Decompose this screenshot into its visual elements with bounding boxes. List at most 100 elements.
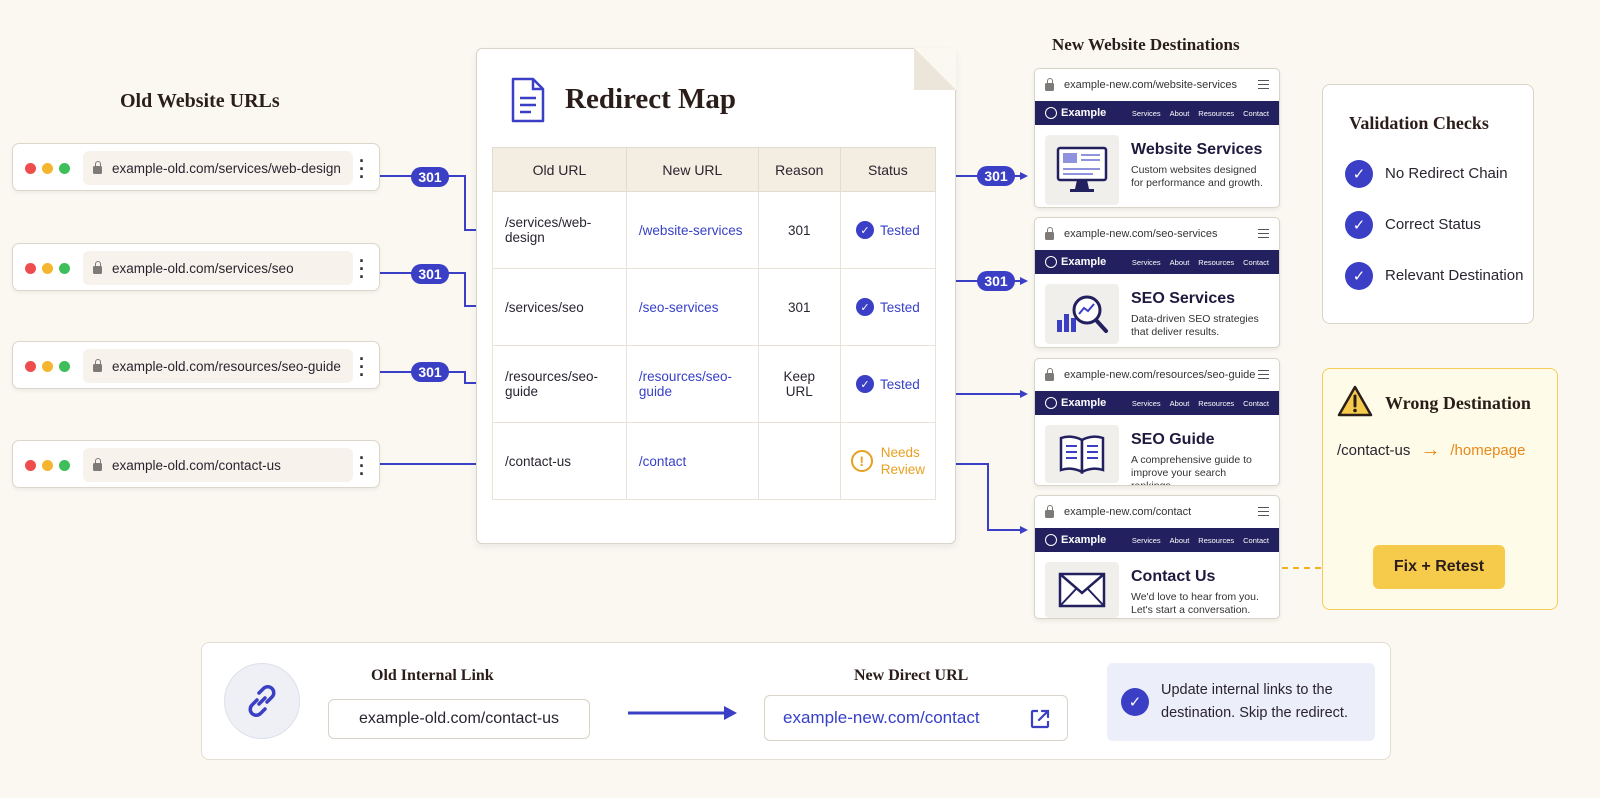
logo-mark-icon <box>1045 534 1057 546</box>
destination-card[interactable]: example-new.com/resources/seo-guide Exam… <box>1034 358 1280 486</box>
redirect-table: Old URL New URL Reason Status /services/… <box>492 147 937 500</box>
validation-item: ✓ No Redirect Chain <box>1345 148 1533 199</box>
menu-icon[interactable] <box>1258 507 1269 516</box>
new-url-cell[interactable]: /website-services <box>625 191 759 269</box>
status-cell: ✓ Tested <box>839 345 937 423</box>
status-needs-review: ! Needs Review <box>850 444 925 478</box>
site-logo: Example <box>1045 397 1106 409</box>
card-address-bar[interactable]: example-new.com/contact <box>1035 496 1279 528</box>
menu-icon[interactable] <box>1258 80 1269 89</box>
reason-cell: 301 <box>757 191 841 269</box>
nav-link[interactable]: Services <box>1132 258 1161 267</box>
more-menu-icon[interactable]: · · · <box>359 252 365 286</box>
check-icon: ✓ <box>855 298 874 316</box>
reason-cell <box>757 422 841 500</box>
card-title: SEO Guide <box>1131 431 1215 448</box>
lock-icon <box>93 458 102 471</box>
lock-icon <box>93 161 102 174</box>
table-row: /services/web-design /website-services 3… <box>492 191 937 269</box>
nav-link[interactable]: About <box>1170 109 1190 118</box>
destination-card[interactable]: example-new.com/website-services Example… <box>1034 68 1280 208</box>
card-description: Data-driven SEO strategies that deliver … <box>1131 313 1259 338</box>
redirect-badge: 301 <box>411 362 449 382</box>
nav-link[interactable]: Contact <box>1243 258 1269 267</box>
menu-icon[interactable] <box>1258 229 1269 238</box>
more-menu-icon[interactable]: · · · <box>359 152 365 186</box>
card-address-bar[interactable]: example-new.com/seo-services <box>1035 218 1279 250</box>
nav-link[interactable]: Resources <box>1198 399 1234 408</box>
card-address-bar[interactable]: example-new.com/website-services <box>1035 69 1279 101</box>
destination-card[interactable]: example-new.com/seo-services Example Serv… <box>1034 217 1280 348</box>
logo-mark-icon <box>1045 397 1057 409</box>
check-icon: ✓ <box>855 221 874 239</box>
arrow-right-icon: → <box>1420 439 1441 461</box>
old-url-bar[interactable]: example-old.com/resources/seo-guide · · · <box>12 341 380 389</box>
nav-link[interactable]: Services <box>1132 109 1161 118</box>
address-field[interactable]: example-old.com/contact-us <box>83 448 353 482</box>
monitor-icon <box>1045 135 1119 205</box>
card-description: A comprehensive guide to improve your se… <box>1131 454 1252 486</box>
card-address-bar[interactable]: example-new.com/resources/seo-guide <box>1035 359 1279 391</box>
more-menu-icon[interactable]: · · · <box>359 449 365 483</box>
status-tested: ✓ Tested <box>855 298 920 316</box>
tip-text: Update internal links to the destination… <box>1161 682 1348 721</box>
new-url-cell[interactable]: /seo-services <box>625 268 759 346</box>
nav-link[interactable]: About <box>1170 536 1190 545</box>
site-logo: Example <box>1045 534 1106 546</box>
document-icon <box>511 77 545 123</box>
nav-link[interactable]: Resources <box>1198 536 1234 545</box>
nav-link[interactable]: About <box>1170 399 1190 408</box>
validation-item: ✓ Relevant Destination <box>1345 250 1533 301</box>
window-dots <box>25 460 70 471</box>
card-title: Contact Us <box>1131 568 1216 585</box>
validation-title: Validation Checks <box>1349 113 1489 133</box>
arrow-right-icon <box>628 706 737 720</box>
address-field[interactable]: example-old.com/services/web-design <box>83 151 353 185</box>
redirect-map-document: Redirect Map Old URL New URL Reason Stat… <box>476 48 956 544</box>
card-title: SEO Services <box>1131 290 1236 307</box>
menu-icon[interactable] <box>1258 370 1269 379</box>
nav-link[interactable]: About <box>1170 258 1190 267</box>
new-destinations-heading: New Website Destinations <box>1052 35 1240 54</box>
logo-mark-icon <box>1045 256 1057 268</box>
nav-link[interactable]: Services <box>1132 399 1161 408</box>
nav-link[interactable]: Resources <box>1198 258 1234 267</box>
nav-link[interactable]: Contact <box>1243 109 1269 118</box>
table-row: /contact-us /contact ! Needs Review <box>492 422 937 500</box>
nav-link[interactable]: Resources <box>1198 109 1234 118</box>
card-title: Website Services <box>1131 141 1263 158</box>
external-link-icon[interactable] <box>1029 708 1051 730</box>
nav-link[interactable]: Contact <box>1243 399 1269 408</box>
status-cell: ! Needs Review <box>839 422 937 500</box>
lock-icon <box>1045 505 1054 518</box>
new-url-cell[interactable]: /contact <box>625 422 759 500</box>
fix-retest-button[interactable]: Fix + Retest <box>1373 545 1505 589</box>
redirect-badge: 301 <box>411 167 449 187</box>
site-nav: Example Services About Resources Contact <box>1035 250 1279 274</box>
tip-box: ✓ Update internal links to the destinatio… <box>1107 663 1375 741</box>
nav-link[interactable]: Services <box>1132 536 1161 545</box>
address-field[interactable]: example-old.com/resources/seo-guide <box>83 349 353 383</box>
old-url-bar[interactable]: example-old.com/services/seo · · · <box>12 243 380 291</box>
table-row: /services/seo /seo-services 301 ✓ Tested <box>492 268 937 346</box>
old-url-bar[interactable]: example-old.com/contact-us · · · <box>12 440 380 488</box>
old-url-cell: /services/seo <box>492 268 627 346</box>
check-icon: ✓ <box>1345 210 1373 239</box>
column-header: New URL <box>625 147 759 192</box>
window-dots <box>25 263 70 274</box>
destination-card[interactable]: example-new.com/contact Example Services A… <box>1034 495 1280 619</box>
reason-cell: 301 <box>757 268 841 346</box>
redirect-map-title: Redirect Map <box>565 83 736 115</box>
reason-cell: Keep URL <box>757 345 841 423</box>
window-dots <box>25 163 70 174</box>
more-menu-icon[interactable]: · · · <box>359 350 365 384</box>
nav-link[interactable]: Contact <box>1243 536 1269 545</box>
address-field[interactable]: example-old.com/services/seo <box>83 251 353 285</box>
new-url-cell[interactable]: /resources/seo-guide <box>625 345 759 423</box>
internal-links-panel: Old Internal Link example-old.com/contac… <box>201 642 1391 760</box>
old-url-bar[interactable]: example-old.com/services/web-design · · · <box>12 143 380 191</box>
new-direct-url-link[interactable]: example-new.com/contact <box>764 695 1068 741</box>
status-tested: ✓ Tested <box>855 221 920 239</box>
redirect-badge: 301 <box>977 271 1015 291</box>
status-tested: ✓ Tested <box>855 375 920 393</box>
